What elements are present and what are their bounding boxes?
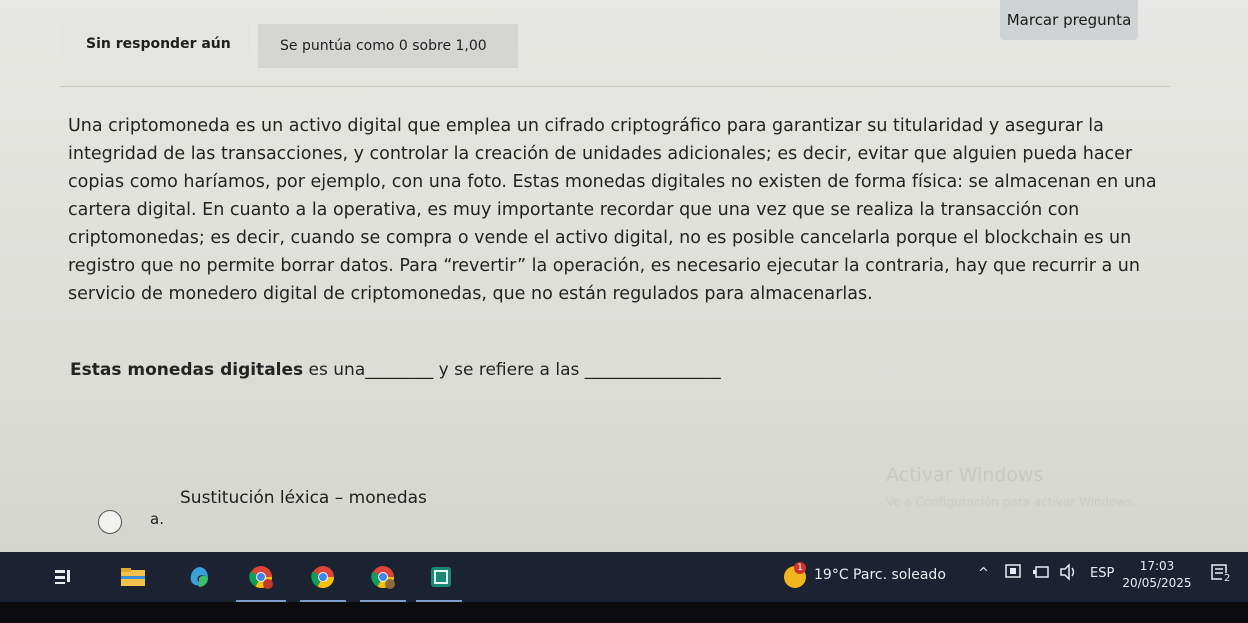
- clock-time: 17:03: [1139, 559, 1175, 573]
- question-state: Sin responder aún: [60, 24, 250, 64]
- chrome-profile-2-icon[interactable]: [310, 566, 336, 588]
- clock[interactable]: 17:03 20/05/2025: [1122, 558, 1192, 592]
- weather-badge: 1: [794, 562, 806, 574]
- question-text: Una criptomoneda es un activo digital qu…: [68, 112, 1168, 308]
- activation-watermark-text: Ve a Configuración para activar Windows.: [886, 495, 1137, 509]
- file-explorer-icon[interactable]: [120, 566, 146, 588]
- prompt-bold: Estas monedas digitales: [70, 360, 304, 380]
- chrome-profile-1-icon[interactable]: [248, 566, 274, 589]
- screen-bezel: [0, 602, 1248, 623]
- meet-now-icon[interactable]: [1004, 563, 1024, 585]
- flag-question-button[interactable]: Marcar pregunta: [1000, 0, 1138, 40]
- language-indicator[interactable]: ESP: [1090, 566, 1114, 581]
- weather-condition: Parc. soleado: [853, 567, 946, 583]
- flag-question-label: Marcar pregunta: [1006, 11, 1132, 29]
- app-icon[interactable]: [428, 566, 454, 588]
- prompt-part1: es una: [303, 360, 366, 380]
- weather-temp: 19°C: [814, 567, 849, 583]
- option-a-letter: a.: [150, 510, 164, 528]
- chevron-up-icon[interactable]: ^: [978, 566, 989, 581]
- divider: [60, 86, 1170, 87]
- quiz-page: Marcar pregunta Sin responder aún Se pun…: [0, 0, 1248, 560]
- blank-1: ________: [365, 360, 434, 380]
- task-view-icon[interactable]: [50, 566, 76, 588]
- prompt-part2: y se refiere a las: [433, 360, 585, 380]
- question-grade: Se puntúa como 0 sobre 1,00: [258, 24, 518, 68]
- blank-2: ________________: [584, 360, 721, 380]
- option-a-radio[interactable]: [98, 510, 122, 534]
- chrome-profile-3-icon[interactable]: [370, 566, 396, 589]
- network-icon[interactable]: [1032, 563, 1052, 585]
- question-paragraph: Una criptomoneda es un activo digital qu…: [68, 116, 1157, 304]
- volume-icon[interactable]: [1058, 563, 1080, 585]
- edge-icon[interactable]: [186, 566, 212, 588]
- weather-widget[interactable]: 19°C Parc. soleado: [814, 567, 946, 583]
- activation-watermark-title: Activar Windows: [886, 464, 1044, 486]
- question-prompt: Estas monedas digitales es una________ y…: [70, 360, 721, 380]
- notification-icon[interactable]: 2: [1210, 563, 1233, 585]
- clock-date: 20/05/2025: [1122, 576, 1192, 590]
- option-a-text[interactable]: Sustitución léxica – monedas: [180, 488, 427, 508]
